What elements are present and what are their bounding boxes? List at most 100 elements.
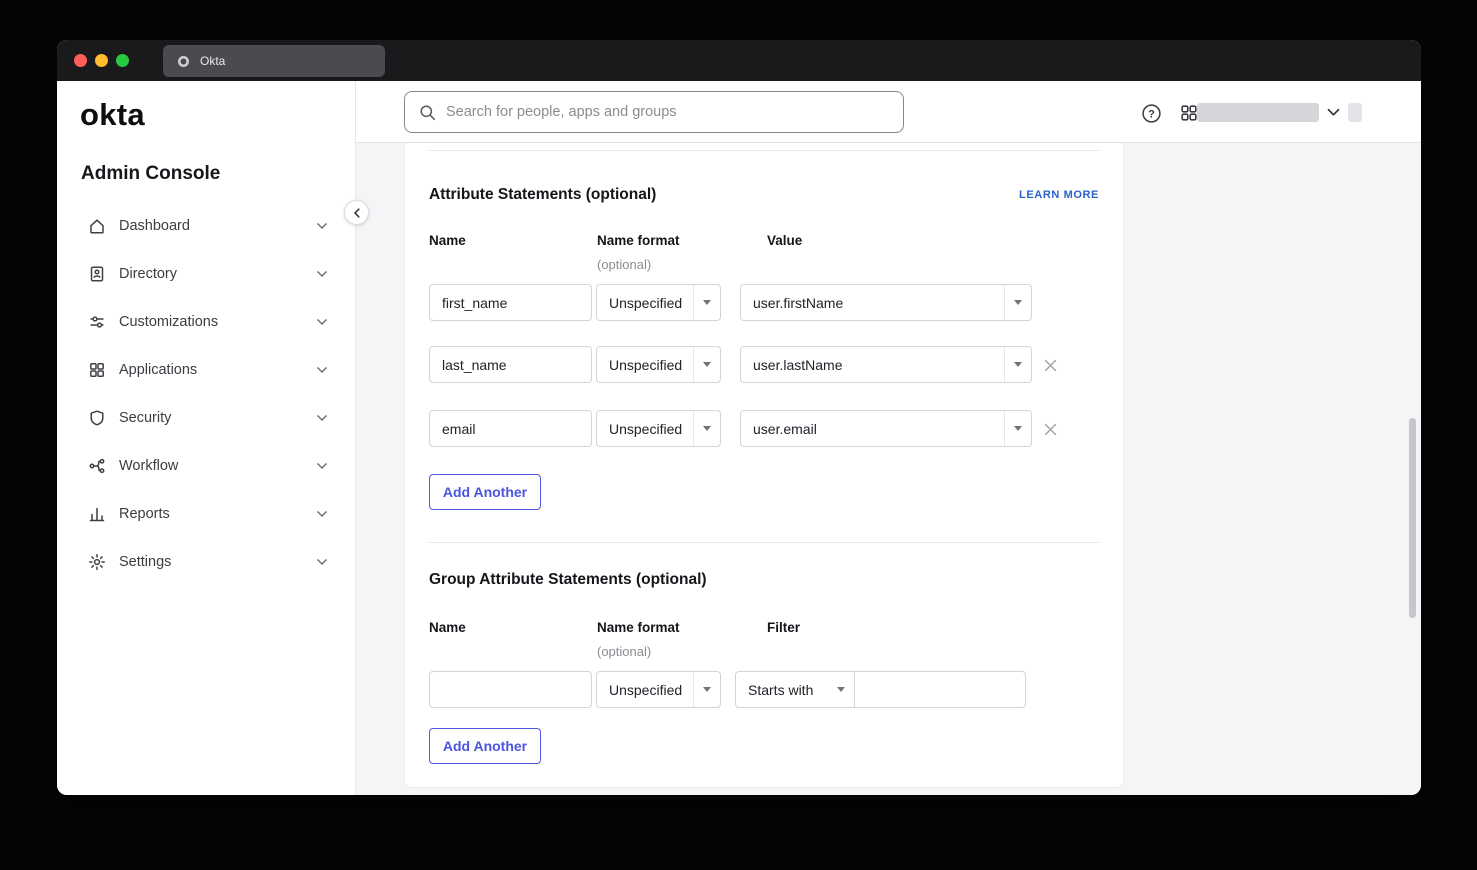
divider	[429, 150, 1099, 151]
name-format-value: Unspecified	[609, 295, 682, 311]
name-format-select[interactable]: Unspecified	[596, 346, 721, 383]
name-format-select[interactable]: Unspecified	[596, 410, 721, 447]
column-header-name-format-note: (optional)	[597, 644, 651, 659]
chevron-down-icon	[316, 265, 328, 283]
apps-grid-icon	[1180, 104, 1198, 122]
customizations-icon	[88, 313, 106, 331]
vertical-scrollbar[interactable]	[1409, 418, 1416, 618]
okta-logo: okta	[80, 97, 145, 133]
chevron-down-icon	[693, 347, 720, 382]
sidebar-item-reports[interactable]: Reports	[57, 490, 355, 538]
redacted-account-name	[1197, 103, 1319, 122]
gear-icon	[88, 553, 106, 571]
okta-favicon-icon	[176, 54, 191, 69]
chevron-down-icon	[316, 217, 328, 235]
saml-settings-card: Attribute Statements (optional) LEARN MO…	[404, 143, 1124, 788]
column-header-name-format: Name format	[597, 620, 680, 635]
remove-row-button[interactable]	[1040, 355, 1060, 375]
attribute-value-combobox[interactable]: user.firstName	[740, 284, 1032, 321]
attribute-value-combobox[interactable]: user.lastName	[740, 346, 1032, 383]
chevron-down-icon	[1327, 108, 1340, 117]
sidebar-item-customizations[interactable]: Customizations	[57, 298, 355, 346]
sidebar-item-label: Directory	[119, 266, 316, 282]
redacted-account-name-tail	[1348, 103, 1362, 122]
column-header-name-format-note: (optional)	[597, 257, 651, 272]
sidebar: okta Admin Console Dashboard	[57, 81, 356, 795]
name-format-value: Unspecified	[609, 682, 682, 698]
directory-icon	[88, 265, 106, 283]
main-area: ?	[356, 81, 1421, 795]
account-menu[interactable]	[1197, 103, 1362, 122]
chevron-down-icon	[316, 457, 328, 475]
sidebar-item-applications[interactable]: Applications	[57, 346, 355, 394]
shield-icon	[88, 409, 106, 427]
window-controls	[74, 54, 129, 67]
global-search	[404, 91, 904, 133]
name-format-value: Unspecified	[609, 421, 682, 437]
chevron-down-icon	[1004, 285, 1031, 320]
name-format-select[interactable]: Unspecified	[596, 284, 721, 321]
browser-window: Okta okta Admin Console Dashboard	[57, 40, 1421, 795]
attribute-value-combobox[interactable]: user.email	[740, 410, 1032, 447]
sidebar-item-label: Security	[119, 410, 316, 426]
filter-value-input[interactable]	[854, 671, 1026, 708]
chevron-down-icon	[316, 409, 328, 427]
name-format-select[interactable]: Unspecified	[596, 671, 721, 708]
column-header-value: Value	[767, 233, 802, 248]
column-header-filter: Filter	[767, 620, 800, 635]
filter-type-value: Starts with	[748, 682, 813, 698]
home-icon	[88, 217, 106, 235]
sidebar-item-settings[interactable]: Settings	[57, 538, 355, 586]
column-header-name-format: Name format	[597, 233, 680, 248]
sidebar-item-workflow[interactable]: Workflow	[57, 442, 355, 490]
add-another-attribute-button[interactable]: Add Another	[429, 474, 541, 510]
chevron-down-icon	[1004, 411, 1031, 446]
workflow-icon	[88, 457, 106, 475]
zoom-window-button[interactable]	[116, 54, 129, 67]
window-titlebar: Okta	[57, 40, 1421, 81]
app-frame: okta Admin Console Dashboard	[57, 81, 1421, 795]
name-format-value: Unspecified	[609, 357, 682, 373]
tab-title: Okta	[200, 54, 225, 68]
chevron-down-icon	[316, 313, 328, 331]
add-another-group-attribute-button[interactable]: Add Another	[429, 728, 541, 764]
desktop-background: Okta okta Admin Console Dashboard	[0, 0, 1477, 870]
chevron-down-icon	[316, 505, 328, 523]
sidebar-nav: Dashboard Directory	[57, 202, 355, 586]
chevron-down-icon	[316, 553, 328, 571]
filter-type-select[interactable]: Starts with	[735, 671, 855, 708]
sidebar-item-label: Reports	[119, 506, 316, 522]
attribute-value-text: user.email	[753, 421, 817, 437]
column-header-name: Name	[429, 620, 466, 635]
sidebar-collapse-button[interactable]	[344, 200, 369, 225]
search-icon	[419, 104, 436, 121]
learn-more-link[interactable]: LEARN MORE	[1019, 189, 1099, 201]
attribute-name-input[interactable]	[429, 284, 592, 321]
sidebar-item-label: Applications	[119, 362, 316, 378]
close-window-button[interactable]	[74, 54, 87, 67]
search-input[interactable]	[446, 104, 889, 120]
bar-chart-icon	[88, 505, 106, 523]
sidebar-item-dashboard[interactable]: Dashboard	[57, 202, 355, 250]
attribute-name-input[interactable]	[429, 410, 592, 447]
remove-row-button[interactable]	[1040, 419, 1060, 439]
group-attribute-name-input[interactable]	[429, 671, 592, 708]
chevron-down-icon	[693, 285, 720, 320]
topbar: ?	[356, 81, 1421, 143]
chevron-down-icon	[827, 672, 854, 707]
browser-tab[interactable]: Okta	[163, 45, 385, 77]
admin-console-title: Admin Console	[81, 163, 220, 185]
sidebar-item-security[interactable]: Security	[57, 394, 355, 442]
sidebar-item-label: Dashboard	[119, 218, 316, 234]
divider	[429, 542, 1099, 543]
minimize-window-button[interactable]	[95, 54, 108, 67]
chevron-down-icon	[316, 361, 328, 379]
chevron-down-icon	[693, 672, 720, 707]
sidebar-item-directory[interactable]: Directory	[57, 250, 355, 298]
attribute-statements-header: Attribute Statements (optional) LEARN MO…	[429, 183, 1099, 207]
chevron-down-icon	[693, 411, 720, 446]
help-button[interactable]: ?	[1140, 102, 1162, 124]
chevron-down-icon	[1004, 347, 1031, 382]
attribute-name-input[interactable]	[429, 346, 592, 383]
sidebar-item-label: Settings	[119, 554, 316, 570]
